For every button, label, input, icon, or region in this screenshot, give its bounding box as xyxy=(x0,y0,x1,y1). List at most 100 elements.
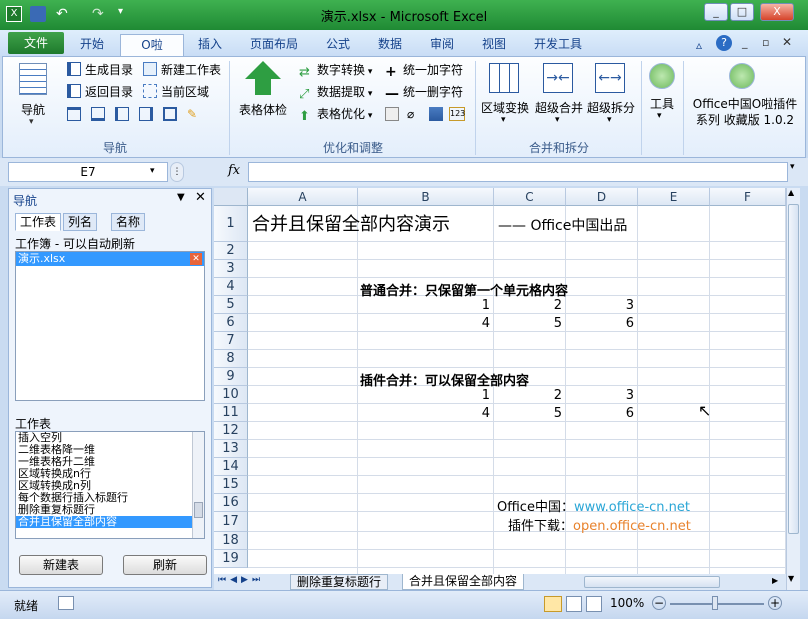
scroll-thumb[interactable] xyxy=(194,502,203,518)
new-worksheet-button[interactable]: 新建工作表 xyxy=(143,61,221,79)
cell-d5[interactable]: 3 xyxy=(574,298,634,313)
sheet-title-cell[interactable]: 合并且保留全部内容演示 xyxy=(252,210,450,236)
tab-insert[interactable]: 插入 xyxy=(192,34,228,56)
column-header[interactable]: B xyxy=(358,188,494,206)
sheet-nav-arrows-icon[interactable]: ⏮◀▶⏭ xyxy=(218,575,264,585)
doc-minimize-button[interactable]: _ xyxy=(742,36,748,49)
doc-restore-button[interactable]: ▫ xyxy=(762,36,769,49)
help-icon[interactable]: ? xyxy=(716,35,732,51)
row-header[interactable]: 7 xyxy=(214,332,248,350)
maximize-button[interactable]: □ xyxy=(730,3,754,21)
worksheet[interactable]: A B C D E F 1 2 3 4 5 6 7 8 9 10 11 12 1… xyxy=(214,188,786,574)
row-header[interactable]: 3 xyxy=(214,260,248,278)
cell-c5[interactable]: 2 xyxy=(502,298,562,313)
sheet-list-scrollbar[interactable] xyxy=(192,432,204,538)
vertical-scrollbar[interactable]: ▲ ▼ xyxy=(786,188,800,590)
zoom-out-icon[interactable]: − xyxy=(652,596,666,610)
row-header[interactable]: 5 xyxy=(214,296,248,314)
minimize-button[interactable]: _ xyxy=(704,3,728,21)
row-header[interactable]: 2 xyxy=(214,242,248,260)
row-header[interactable]: 13 xyxy=(214,440,248,458)
scroll-up-icon[interactable]: ▲ xyxy=(788,188,794,197)
tab-developer[interactable]: 开发工具 xyxy=(528,34,588,56)
cell-d11[interactable]: 6 xyxy=(574,406,634,421)
sheet-tab-active[interactable]: 合并且保留全部内容 xyxy=(402,574,525,590)
tab-column-names[interactable]: 列名 xyxy=(63,213,98,231)
row-header[interactable]: 4 xyxy=(214,278,248,296)
formula-input[interactable] xyxy=(248,162,788,182)
list-item[interactable]: 演示.xlsx ✕ xyxy=(16,252,204,266)
sheet-subtitle-cell[interactable]: —— Office中国出品 xyxy=(498,215,627,235)
table-check-button[interactable]: 表格体检 xyxy=(235,61,291,135)
clear-format-icon[interactable]: ⌀ xyxy=(407,107,421,121)
normal-merge-cell[interactable]: 普通合并：只保留第一个单元格内容 xyxy=(360,280,568,299)
border-bottom-icon[interactable] xyxy=(91,107,105,121)
zoom-in-icon[interactable]: + xyxy=(768,596,782,610)
row-header[interactable]: 1 xyxy=(214,206,248,242)
doc-close-button[interactable]: ✕ xyxy=(782,35,792,49)
name-box-dropdown-icon[interactable]: ▾ xyxy=(150,166,155,176)
row-header[interactable]: 15 xyxy=(214,476,248,494)
border-top-icon[interactable] xyxy=(67,107,81,121)
column-header[interactable]: E xyxy=(638,188,710,206)
pen-icon[interactable]: ✎ xyxy=(187,107,201,121)
nav-pane-close-icon[interactable]: ✕ xyxy=(195,190,206,205)
tools-button[interactable]: 工具 ▾ xyxy=(645,61,679,131)
zoom-level[interactable]: 100% xyxy=(610,596,644,610)
page-break-view-icon[interactable] xyxy=(586,596,602,612)
row-header[interactable]: 16 xyxy=(214,494,248,512)
row-header[interactable]: 17 xyxy=(214,512,248,532)
scroll-right-icon[interactable]: ▶ xyxy=(772,576,778,585)
row-header[interactable]: 12 xyxy=(214,422,248,440)
table-optimize-button[interactable]: ⬆ 表格优化 ▾ xyxy=(299,105,372,124)
column-header[interactable]: D xyxy=(566,188,638,206)
number-convert-button[interactable]: ⇄ 数字转换 ▾ xyxy=(299,61,372,80)
cell-b6[interactable]: 4 xyxy=(430,316,490,331)
formula-expand-down-icon[interactable]: ▾ xyxy=(790,162,795,172)
name-box[interactable]: E7 xyxy=(8,162,168,182)
number-123-icon[interactable]: 123 xyxy=(449,107,465,121)
cell-d6[interactable]: 6 xyxy=(574,316,634,331)
plugin-label-cell[interactable]: 插件下载：open.office-cn.net xyxy=(508,515,691,534)
generate-toc-button[interactable]: 生成目录 xyxy=(67,61,133,79)
cell-c6[interactable]: 5 xyxy=(502,316,562,331)
nav-pane-menu-icon[interactable]: ▼ xyxy=(177,192,185,203)
cell-b11[interactable]: 4 xyxy=(430,406,490,421)
normal-view-icon[interactable] xyxy=(544,596,562,612)
scroll-down-icon[interactable]: ▼ xyxy=(788,574,794,583)
list-item[interactable]: 插入空列 xyxy=(16,432,204,444)
list-item[interactable]: 区域转换成n行 xyxy=(16,468,204,480)
tab-file[interactable]: 文件 xyxy=(8,32,64,54)
cell-b10[interactable]: 1 xyxy=(430,388,490,403)
list-item[interactable]: 二维表格降一维 xyxy=(16,444,204,456)
sheet-tab[interactable]: 删除重复标题行 xyxy=(290,574,389,590)
tab-home[interactable]: 开始 xyxy=(74,34,110,56)
column-header[interactable]: C xyxy=(494,188,566,206)
tab-names[interactable]: 名称 xyxy=(111,213,146,231)
current-region-button[interactable]: 当前区域 xyxy=(143,83,209,101)
horizontal-scrollbar[interactable] xyxy=(584,576,720,588)
back-to-toc-button[interactable]: 返回目录 xyxy=(67,83,133,101)
row-header[interactable]: 6 xyxy=(214,314,248,332)
border-left-icon[interactable] xyxy=(115,107,129,121)
row-header[interactable]: 14 xyxy=(214,458,248,476)
tab-worksheets[interactable]: 工作表 xyxy=(15,213,62,231)
remove-char-button[interactable]: — 统一删字符 xyxy=(385,83,463,101)
super-merge-button[interactable]: →← 超级合并 ▾ xyxy=(533,61,585,131)
tab-page-layout[interactable]: 页面布局 xyxy=(244,34,304,56)
column-header[interactable]: F xyxy=(710,188,786,206)
row-header[interactable]: 8 xyxy=(214,350,248,368)
border-right-icon[interactable] xyxy=(139,107,153,121)
row-header[interactable]: 11 xyxy=(214,404,248,422)
list-item[interactable]: 删除重复标题行 xyxy=(16,504,204,516)
row-header[interactable]: 9 xyxy=(214,368,248,386)
tab-data[interactable]: 数据 xyxy=(372,34,408,56)
tab-review[interactable]: 审阅 xyxy=(424,34,460,56)
office-label-cell[interactable]: Office中国：www.office-cn.net xyxy=(497,496,690,515)
sheet-list[interactable]: 插入空列 二维表格降一维 一维表格升二维 区域转换成n行 区域转换成n列 每个数… xyxy=(15,431,205,539)
cell-c11[interactable]: 5 xyxy=(502,406,562,421)
plugin-url-link[interactable]: open.office-cn.net xyxy=(573,519,691,534)
nav-big-button[interactable]: 导航 ▾ xyxy=(11,63,55,133)
plugin-merge-cell[interactable]: 插件合并：可以保留全部内容 xyxy=(360,370,529,389)
fx-icon[interactable]: fx xyxy=(228,163,240,178)
